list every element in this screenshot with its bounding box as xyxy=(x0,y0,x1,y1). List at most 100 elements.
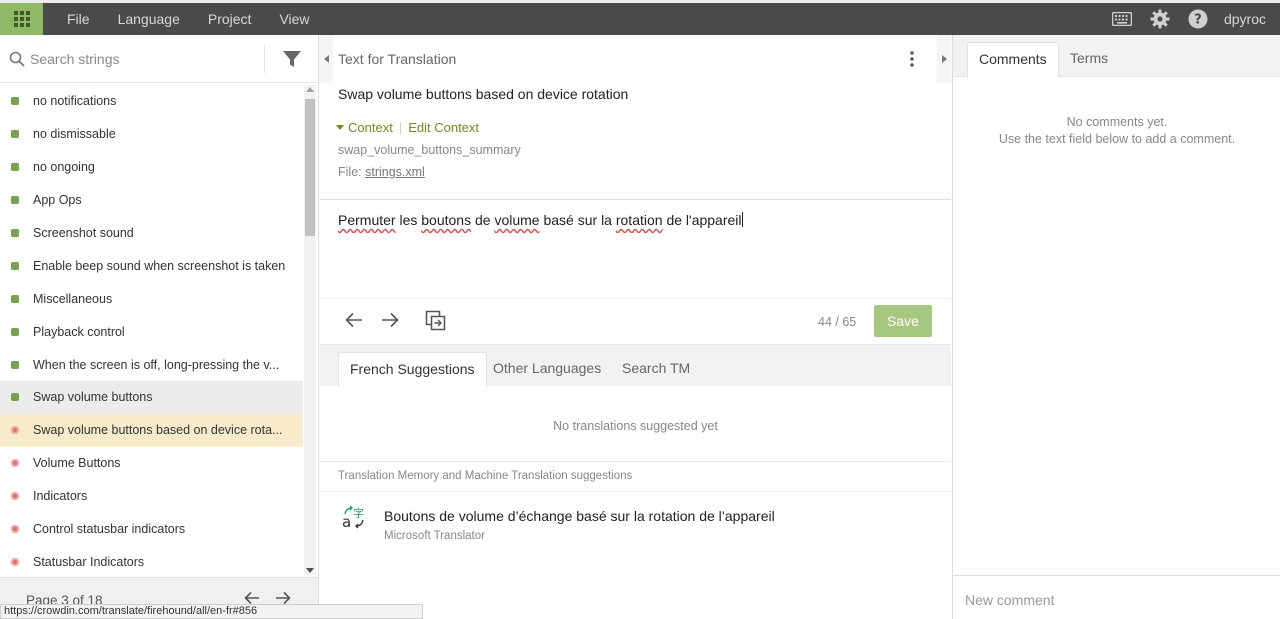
save-button[interactable]: Save xyxy=(874,305,932,337)
copy-source-icon[interactable] xyxy=(425,310,447,335)
top-bar: File Language Project View ? dpyroc xyxy=(0,0,1280,35)
list-item[interactable]: Swap volume buttons xyxy=(0,381,303,414)
no-comments-hint: Use the text field below to add a commen… xyxy=(998,132,1236,146)
list-item[interactable]: no notifications xyxy=(0,85,303,118)
no-comments-title: No comments yet. xyxy=(1066,115,1168,129)
more-options-icon[interactable] xyxy=(910,51,914,70)
list-item[interactable]: App Ops xyxy=(0,184,303,217)
context-bar: Context | Edit Context xyxy=(336,120,479,135)
svg-text:a: a xyxy=(342,513,351,529)
menu-project[interactable]: Project xyxy=(194,3,266,35)
svg-text:?: ? xyxy=(1194,13,1202,28)
editor-panel: Text for Translation Swap volume buttons… xyxy=(320,35,951,619)
list-item-label: no notifications xyxy=(33,94,117,109)
status-dot xyxy=(11,163,19,172)
list-item-label: no dismissable xyxy=(33,127,116,142)
list-item-label: Playback control xyxy=(33,324,125,339)
divider xyxy=(320,298,951,299)
search-icon xyxy=(9,51,25,70)
status-dot xyxy=(11,97,19,106)
mt-source: Microsoft Translator xyxy=(384,530,485,542)
grid-icon xyxy=(13,11,30,27)
filter-icon[interactable] xyxy=(282,49,302,72)
strings-panel: no notifications no dismissable no ongoi… xyxy=(0,35,319,619)
search-bar xyxy=(0,35,318,83)
status-dot xyxy=(11,294,19,303)
list-item-selected[interactable]: Swap volume buttons based on device rota… xyxy=(0,413,303,447)
status-dot xyxy=(11,360,19,369)
list-item-label: When the screen is off, long-pressing th… xyxy=(33,357,280,372)
list-item[interactable]: Control statusbar indicators xyxy=(0,513,303,546)
menu-file[interactable]: File xyxy=(53,3,104,35)
character-count: 44 / 65 xyxy=(818,315,857,329)
comments-tabs: Comments Terms xyxy=(953,35,1280,78)
spellcheck-word: volume xyxy=(494,212,540,228)
status-dot xyxy=(11,229,19,237)
gear-icon[interactable] xyxy=(1148,7,1172,31)
status-dot xyxy=(11,459,19,468)
search-input[interactable] xyxy=(30,47,250,71)
spellcheck-word: Permuter xyxy=(338,212,396,228)
source-header: Text for Translation xyxy=(338,51,457,67)
list-item[interactable]: Playback control xyxy=(0,315,303,348)
spellcheck-word: boutons xyxy=(421,212,472,228)
list-item[interactable]: no dismissable xyxy=(0,118,303,151)
translation-textarea[interactable]: Permuter les boutons de volume basé sur … xyxy=(338,212,743,228)
list-item[interactable]: Statusbar Indicators xyxy=(0,545,303,577)
list-item-label: Volume Buttons xyxy=(33,456,121,471)
list-item-label: Indicators xyxy=(33,489,88,504)
status-dot xyxy=(11,196,19,205)
list-item-label: Miscellaneous xyxy=(33,291,113,306)
scrollbar-thumb[interactable] xyxy=(305,99,315,236)
tab-search-tm[interactable]: Search TM xyxy=(611,352,701,387)
svg-text:字: 字 xyxy=(353,506,364,520)
edit-context-link[interactable]: Edit Context xyxy=(408,120,479,135)
tab-comments[interactable]: Comments xyxy=(967,42,1059,78)
user-name[interactable]: dpyroc xyxy=(1224,11,1266,27)
list-item[interactable]: Enable beep sound when screenshot is tak… xyxy=(0,249,303,282)
context-toggle[interactable]: Context xyxy=(348,120,393,135)
apps-menu-button[interactable] xyxy=(0,3,43,35)
list-item[interactable]: no ongoing xyxy=(0,151,303,184)
list-item-label: Swap volume buttons xyxy=(33,390,153,405)
source-text: Swap volume buttons based on device rota… xyxy=(338,86,629,102)
status-dot xyxy=(11,327,19,336)
list-item[interactable]: When the screen is off, long-pressing th… xyxy=(0,348,303,381)
list-item-label: no ongoing xyxy=(33,160,95,175)
tm-section-header: Translation Memory and Machine Translati… xyxy=(320,461,951,492)
status-dot xyxy=(11,393,19,402)
previous-string-arrow-icon[interactable] xyxy=(345,312,363,331)
list-item-label: Enable beep sound when screenshot is tak… xyxy=(33,258,286,273)
status-dot xyxy=(11,492,19,501)
mt-suggestion[interactable]: Boutons de volume d’échange basé sur la … xyxy=(384,508,775,524)
translation-text: les xyxy=(395,212,422,228)
list-item-label: Screenshot sound xyxy=(33,226,134,240)
list-item[interactable]: Volume Buttons xyxy=(0,447,303,480)
menu-language[interactable]: Language xyxy=(104,3,194,35)
list-item[interactable]: Screenshot sound xyxy=(0,217,303,250)
help-icon[interactable]: ? xyxy=(1186,7,1210,31)
translation-text: de xyxy=(471,212,495,228)
next-string-arrow-icon[interactable] xyxy=(381,312,399,331)
scroll-up-icon[interactable] xyxy=(306,87,314,92)
file-link[interactable]: strings.xml xyxy=(365,165,425,179)
context-key: swap_volume_buttons_summary xyxy=(338,143,521,157)
tab-french-suggestions[interactable]: French Suggestions xyxy=(338,352,487,387)
keyboard-icon[interactable] xyxy=(1110,7,1134,31)
list-scrollbar[interactable] xyxy=(304,85,316,575)
new-comment-input[interactable] xyxy=(965,588,1265,612)
divider xyxy=(320,199,951,200)
no-suggestions-message: No translations suggested yet xyxy=(553,419,718,433)
comments-panel: Comments Terms No comments yet. Use the … xyxy=(952,35,1280,619)
status-dot xyxy=(11,130,19,139)
comment-box xyxy=(953,575,1280,619)
list-item[interactable]: Miscellaneous xyxy=(0,282,303,315)
scroll-down-icon[interactable] xyxy=(306,568,314,573)
tab-terms[interactable]: Terms xyxy=(1059,42,1119,78)
status-dot xyxy=(11,525,19,534)
divider xyxy=(264,45,265,73)
status-dot xyxy=(11,261,19,270)
list-item[interactable]: Indicators xyxy=(0,480,303,513)
tab-other-languages[interactable]: Other Languages xyxy=(482,352,612,387)
menu-view[interactable]: View xyxy=(265,3,323,35)
